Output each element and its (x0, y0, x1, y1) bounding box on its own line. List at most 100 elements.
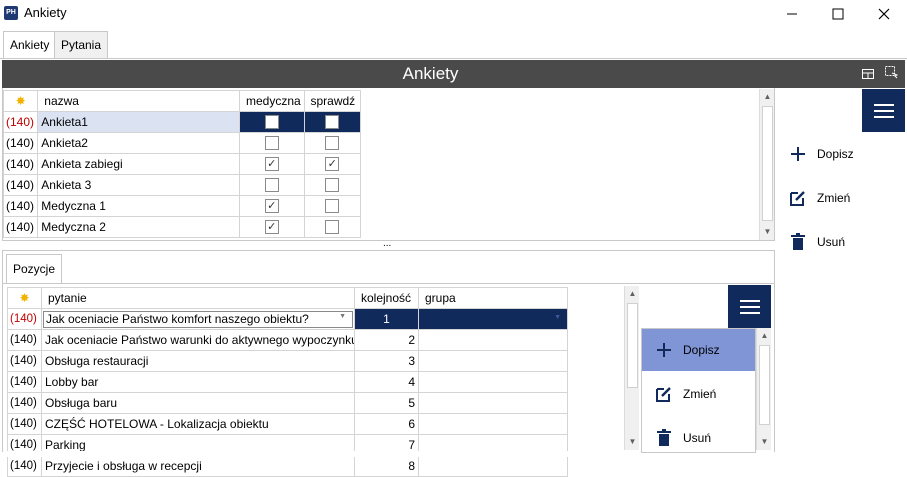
table-row[interactable]: (140) Medyczna 2 ✓ (2, 216, 361, 238)
sprawdz-checkbox[interactable] (325, 115, 340, 130)
scroll-down-icon[interactable]: ▼ (757, 434, 772, 450)
order-cell[interactable]: 4 (354, 371, 419, 393)
scroll-down-icon[interactable]: ▼ (760, 224, 775, 240)
table-row[interactable]: (140) CZĘŚĆ HOTELOWA - Lokalizacja obiek… (7, 413, 568, 435)
medyczna-cell[interactable]: ✓ (238, 153, 305, 175)
scroll-up-icon[interactable]: ▲ (757, 328, 772, 344)
medyczna-cell[interactable] (238, 174, 305, 196)
close-button[interactable] (861, 0, 907, 28)
medyczna-checkbox[interactable] (264, 178, 279, 193)
question-cell[interactable]: Lobby bar (41, 371, 355, 393)
medyczna-checkbox[interactable] (264, 115, 279, 130)
table-row[interactable]: (140) Przyjecie i obsługa w recepcji 8 (7, 455, 568, 477)
question-cell[interactable]: Obsługa restauracji (41, 350, 355, 372)
table-row[interactable]: (140) Obsługa baru 5 (7, 392, 568, 414)
sprawdz-cell[interactable] (303, 174, 361, 196)
group-cell[interactable] (418, 371, 568, 393)
lower-menu-button[interactable] (728, 285, 771, 328)
row-name[interactable]: Ankieta1 (37, 111, 240, 133)
group-cell[interactable] (418, 413, 568, 435)
table-row[interactable]: (140) Ankieta1 (2, 111, 361, 133)
scroll-up-icon[interactable]: ▲ (625, 286, 640, 302)
question-dropdown[interactable]: Jak oceniacie Państwo komfort naszego ob… (43, 310, 353, 328)
order-cell[interactable]: 2 (354, 329, 419, 351)
layout-toggle-icon[interactable] (862, 68, 874, 82)
scroll-thumb[interactable] (762, 106, 773, 221)
tab-pozycje[interactable]: Pozycje (6, 254, 63, 283)
delete-button[interactable]: Usuń (788, 222, 845, 262)
group-cell[interactable] (418, 350, 568, 372)
sprawdz-cell[interactable]: ✓ (303, 153, 361, 175)
sprawdz-checkbox[interactable] (325, 220, 340, 235)
lower-add-button[interactable]: Dopisz (642, 329, 755, 371)
edit-button[interactable]: Zmień (788, 178, 850, 218)
table-row[interactable]: (140) Jak oceniacie Państwo komfort nasz… (7, 308, 568, 330)
sprawdz-cell[interactable] (303, 216, 361, 238)
medyczna-cell[interactable]: ✓ (238, 195, 305, 217)
maximize-button[interactable] (815, 0, 861, 28)
row-name[interactable]: Ankieta zabiegi (37, 153, 240, 175)
table-row[interactable]: (140) Ankieta zabiegi ✓ ✓ (2, 153, 361, 175)
order-cell[interactable]: 5 (354, 392, 419, 414)
table-row[interactable]: (140) Ankieta 3 (2, 174, 361, 196)
new-row-icon[interactable]: ✸ (2, 90, 39, 112)
question-cell[interactable]: Obsługa baru (41, 392, 355, 414)
lower-grid-scrollbar[interactable]: ▲ ▼ (624, 286, 639, 450)
medyczna-checkbox[interactable]: ✓ (264, 199, 279, 214)
scroll-thumb[interactable] (627, 303, 638, 388)
chevron-down-icon[interactable]: ▼ (554, 314, 561, 321)
column-header-nazwa[interactable]: nazwa (37, 90, 240, 112)
order-cell[interactable]: 6 (354, 413, 419, 435)
lower-delete-button[interactable]: Usuń (654, 418, 711, 458)
tab-pytania[interactable]: Pytania (54, 31, 109, 58)
lower-edit-button[interactable]: Zmień (654, 374, 716, 414)
order-cell[interactable]: 3 (354, 350, 419, 372)
sprawdz-checkbox[interactable] (325, 178, 340, 193)
new-row-icon[interactable]: ✸ (7, 287, 42, 309)
medyczna-checkbox[interactable]: ✓ (264, 157, 279, 172)
sprawdz-checkbox[interactable] (325, 199, 340, 214)
menu-button[interactable] (862, 89, 905, 132)
minimize-button[interactable] (769, 0, 815, 28)
medyczna-checkbox[interactable]: ✓ (264, 220, 279, 235)
column-header-sprawdz[interactable]: sprawdź (303, 90, 361, 112)
select-area-icon[interactable] (885, 66, 899, 82)
add-button[interactable]: Dopisz (788, 134, 854, 174)
sprawdz-cell[interactable] (303, 132, 361, 154)
group-cell[interactable] (418, 392, 568, 414)
splitter-handle[interactable]: ... (383, 238, 391, 249)
table-row[interactable]: (140) Jak oceniacie Państwo warunki do a… (7, 329, 568, 351)
column-header-medyczna[interactable]: medyczna (238, 90, 305, 112)
row-name[interactable]: Medyczna 1 (37, 195, 240, 217)
row-name[interactable]: Ankieta2 (37, 132, 240, 154)
top-grid-scrollbar[interactable]: ▲ ▼ (759, 89, 774, 240)
sprawdz-cell[interactable] (303, 195, 361, 217)
column-header-grupa[interactable]: grupa (418, 287, 568, 309)
table-row[interactable]: (140) Medyczna 1 ✓ (2, 195, 361, 217)
column-header-pytanie[interactable]: pytanie (41, 287, 355, 309)
tab-ankiety[interactable]: Ankiety (3, 31, 57, 59)
medyczna-cell[interactable] (238, 111, 305, 133)
group-cell[interactable]: ▼ (418, 308, 568, 330)
medyczna-cell[interactable] (238, 132, 305, 154)
group-cell[interactable] (418, 329, 568, 351)
sprawdz-cell[interactable] (303, 111, 361, 133)
table-row[interactable]: (140) Lobby bar 4 (7, 371, 568, 393)
order-cell[interactable]: 8 (354, 455, 419, 477)
sprawdz-checkbox[interactable] (325, 136, 340, 151)
medyczna-cell[interactable]: ✓ (238, 216, 305, 238)
table-row[interactable]: (140) Obsługa restauracji 3 (7, 350, 568, 372)
question-cell[interactable]: Jak oceniacie Państwo warunki do aktywne… (41, 329, 355, 351)
scroll-thumb[interactable] (759, 345, 770, 425)
question-cell[interactable]: Przyjecie i obsługa w recepcji (41, 455, 355, 477)
order-cell[interactable]: 1 (354, 308, 419, 330)
scroll-up-icon[interactable]: ▲ (760, 89, 775, 105)
medyczna-checkbox[interactable] (264, 136, 279, 151)
scroll-down-icon[interactable]: ▼ (625, 434, 640, 450)
chevron-down-icon[interactable]: ▼ (339, 313, 346, 320)
question-cell[interactable]: CZĘŚĆ HOTELOWA - Lokalizacja obiektu (41, 413, 355, 435)
group-cell[interactable] (418, 455, 568, 477)
sprawdz-checkbox[interactable]: ✓ (325, 157, 340, 172)
row-name[interactable]: Ankieta 3 (37, 174, 240, 196)
column-header-kolejnosc[interactable]: kolejność (354, 287, 419, 309)
